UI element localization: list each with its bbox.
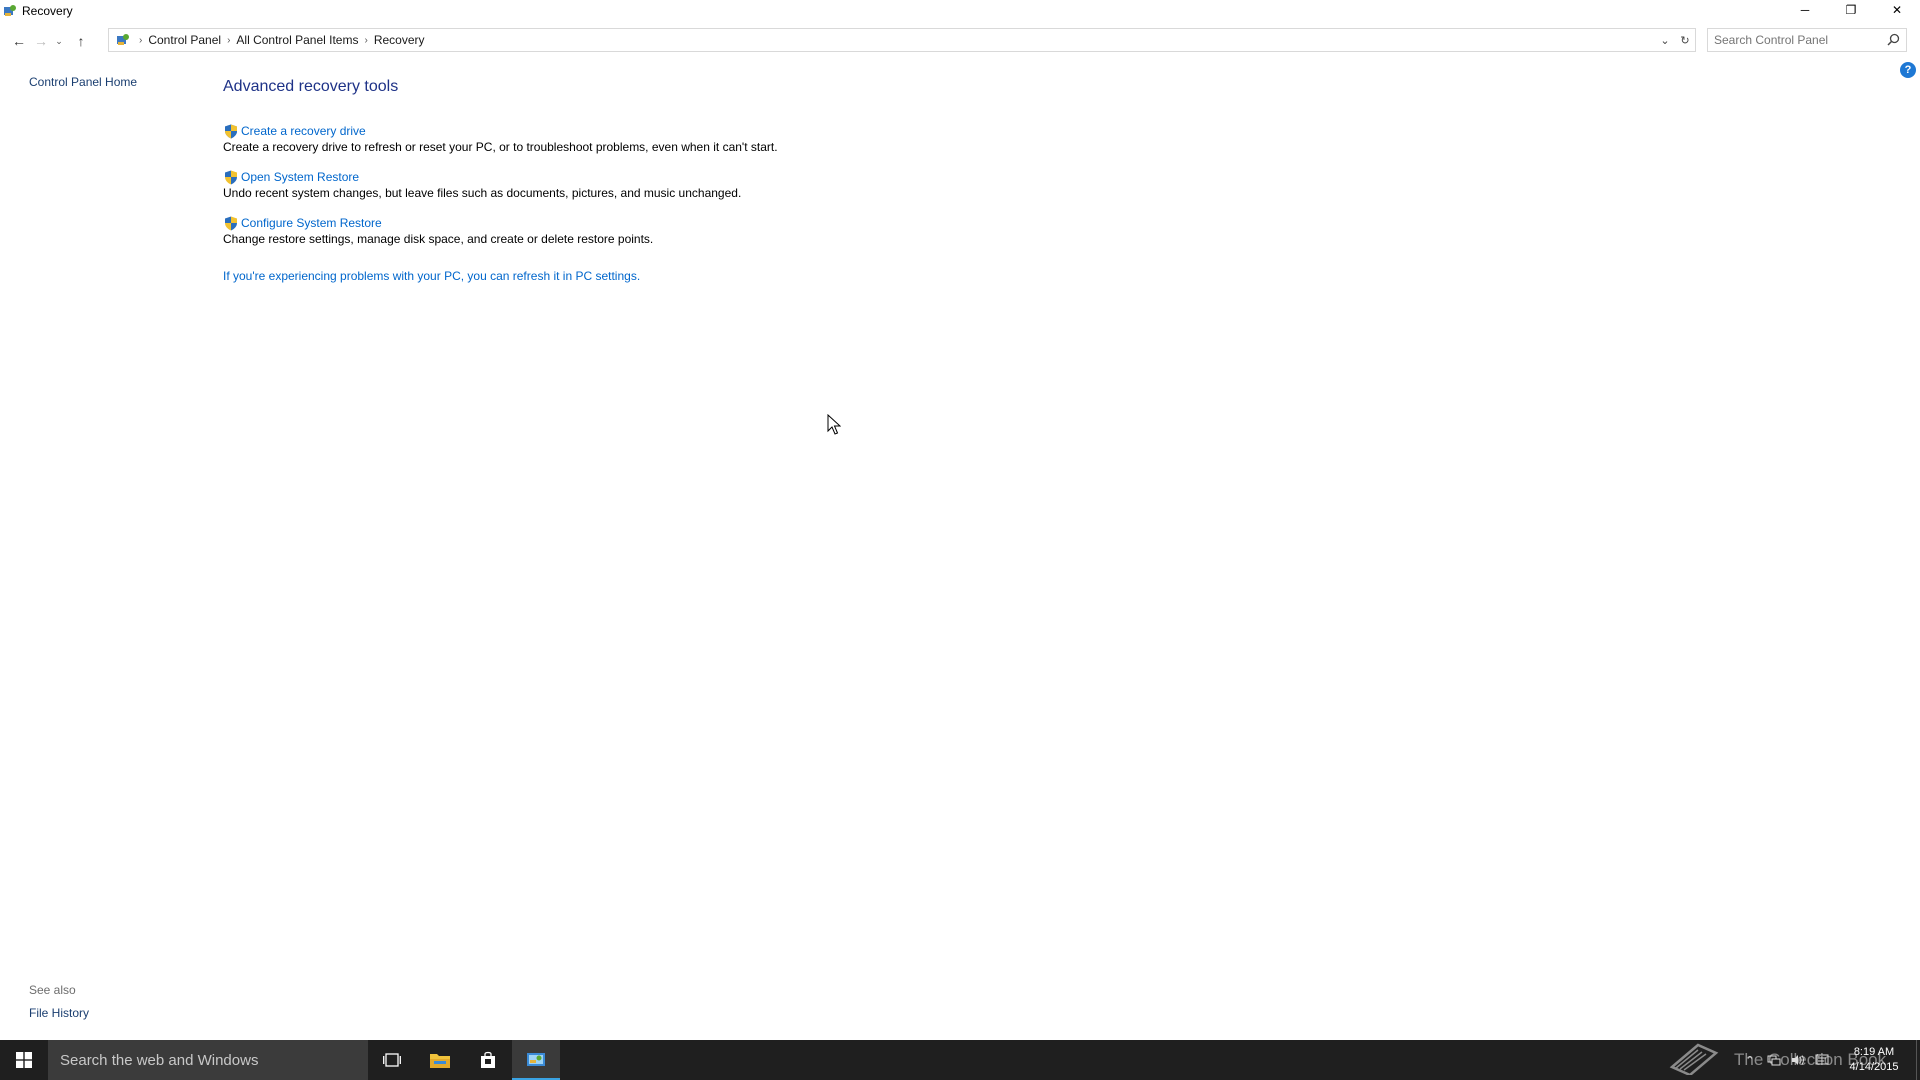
page-title: Advanced recovery tools bbox=[223, 78, 399, 95]
recent-locations-button[interactable]: ⌄ bbox=[52, 30, 66, 52]
task-view-icon bbox=[383, 1053, 401, 1067]
search-icon[interactable] bbox=[1887, 33, 1900, 49]
help-button[interactable]: ? bbox=[1900, 62, 1916, 78]
file-explorer-button[interactable] bbox=[416, 1040, 464, 1080]
open-system-restore-link[interactable]: Open System Restore bbox=[241, 170, 359, 184]
breadcrumb-control-panel[interactable]: Control Panel bbox=[148, 33, 221, 47]
volume-icon[interactable] bbox=[1786, 1040, 1810, 1080]
clock[interactable]: 8:19 AM 4/14/2015 bbox=[1842, 1045, 1906, 1075]
show-desktop-button[interactable] bbox=[1916, 1040, 1920, 1080]
chevron-right-icon[interactable]: › bbox=[364, 35, 367, 46]
refresh-icon[interactable]: ↻ bbox=[1675, 29, 1695, 51]
main-content: Advanced recovery tools Create a recover… bbox=[223, 78, 1723, 283]
title-bar: Recovery ─ ❐ ✕ bbox=[0, 0, 1920, 22]
address-bar-actions: ⌄ ↻ bbox=[1655, 29, 1695, 51]
chevron-right-icon[interactable]: › bbox=[227, 35, 230, 46]
restore-button[interactable]: ❐ bbox=[1828, 0, 1874, 20]
tool-configure-system-restore: Configure System Restore Change restore … bbox=[223, 215, 653, 247]
up-button[interactable]: ↑ bbox=[70, 30, 92, 52]
control-panel-taskbar-button[interactable] bbox=[512, 1040, 560, 1080]
uac-shield-icon bbox=[223, 215, 239, 231]
clock-time: 8:19 AM bbox=[1853, 1046, 1895, 1058]
folder-icon bbox=[430, 1054, 450, 1068]
back-button[interactable]: ← bbox=[8, 30, 30, 52]
task-view-button[interactable] bbox=[368, 1040, 416, 1080]
tool-open-system-restore: Open System Restore Undo recent system c… bbox=[223, 169, 741, 201]
start-button[interactable] bbox=[0, 1040, 48, 1080]
create-recovery-drive-link[interactable]: Create a recovery drive bbox=[241, 124, 366, 138]
navigation-bar: ← → ⌄ ↑ › Control Panel › All Control Pa… bbox=[0, 28, 1920, 54]
network-icon[interactable] bbox=[1762, 1040, 1786, 1080]
refresh-pc-settings-link[interactable]: If you're experiencing problems with you… bbox=[223, 269, 640, 283]
window-controls: ─ ❐ ✕ bbox=[1782, 0, 1920, 20]
tool-create-recovery-drive: Create a recovery drive Create a recover… bbox=[223, 123, 778, 155]
tool-description: Create a recovery drive to refresh or re… bbox=[223, 140, 778, 154]
clock-date: 4/14/2015 bbox=[1849, 1061, 1899, 1073]
left-pane: Control Panel Home See also File History bbox=[0, 60, 200, 1040]
system-tray: ⌃ 8:19 AM 4/14/2015 bbox=[1738, 1040, 1920, 1080]
tool-description: Change restore settings, manage disk spa… bbox=[223, 232, 654, 246]
control-panel-icon bbox=[527, 1053, 545, 1066]
configure-system-restore-link[interactable]: Configure System Restore bbox=[241, 216, 382, 230]
breadcrumb-recovery[interactable]: Recovery bbox=[374, 33, 425, 47]
minimize-button[interactable]: ─ bbox=[1782, 0, 1828, 20]
taskbar-search-box[interactable]: Search the web and Windows bbox=[48, 1040, 368, 1080]
store-bag-icon bbox=[481, 1051, 495, 1068]
chevron-right-icon: › bbox=[139, 34, 143, 46]
see-also-label: See also bbox=[29, 983, 76, 997]
breadcrumb-all-items[interactable]: All Control Panel Items bbox=[236, 33, 358, 47]
file-history-link[interactable]: File History bbox=[29, 1006, 89, 1020]
action-center-icon[interactable] bbox=[1810, 1040, 1834, 1080]
search-input[interactable] bbox=[1714, 33, 1884, 47]
forward-button[interactable]: → bbox=[30, 30, 52, 52]
uac-shield-icon bbox=[223, 169, 239, 185]
taskbar: Search the web and Windows The Collectio… bbox=[0, 1040, 1920, 1080]
book-icon bbox=[1668, 1041, 1720, 1080]
chevron-down-icon[interactable]: ⌄ bbox=[1655, 29, 1675, 51]
uac-shield-icon bbox=[223, 123, 239, 139]
search-box[interactable] bbox=[1707, 28, 1907, 52]
store-button[interactable] bbox=[464, 1040, 512, 1080]
control-panel-icon bbox=[113, 30, 133, 50]
window-title: Recovery bbox=[22, 4, 73, 18]
windows-logo-icon bbox=[16, 1052, 32, 1068]
chevron-up-icon[interactable]: ⌃ bbox=[1738, 1040, 1762, 1080]
mouse-cursor-icon bbox=[827, 413, 842, 441]
address-bar[interactable]: › Control Panel › All Control Panel Item… bbox=[108, 28, 1696, 52]
control-panel-home-link[interactable]: Control Panel Home bbox=[29, 75, 137, 89]
control-panel-icon bbox=[2, 3, 18, 19]
tool-description: Undo recent system changes, but leave fi… bbox=[223, 186, 742, 200]
close-button[interactable]: ✕ bbox=[1874, 0, 1920, 20]
